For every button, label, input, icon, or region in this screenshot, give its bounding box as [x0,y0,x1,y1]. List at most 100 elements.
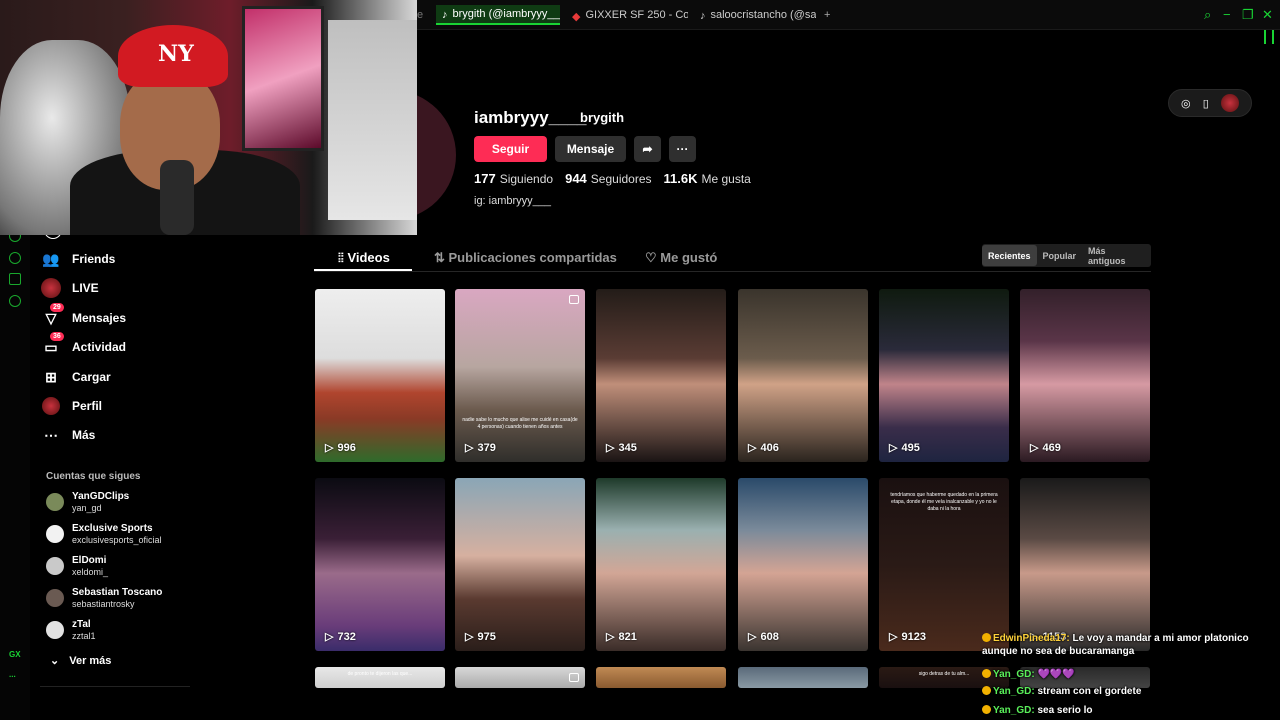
compass-icon[interactable]: ◎ [1181,97,1191,110]
view-count: 975 [477,630,496,643]
profile-username: iambryyy____ [474,108,587,127]
new-tab-label: + [824,9,831,21]
nav-item-label: Friends [72,252,116,266]
following-stat[interactable]: 177 Siguiendo [474,171,553,186]
browser-tab-label: saloocristancho (@saloo [710,9,817,21]
avatar [46,525,64,543]
close-icon[interactable]: ✕ [1262,7,1273,23]
chat-message: Yan_GD: stream con el gordete [982,685,1141,698]
phone-icon[interactable]: ▯ [1203,97,1209,110]
new-tab-button[interactable]: + [818,5,836,25]
nav-item-friends[interactable]: 👥 Friends [40,247,115,271]
avatar [46,557,64,575]
play-icon: ▷ [889,442,898,454]
browser-tab-active[interactable]: ♪ brygith (@iambryyy____) [436,5,560,25]
tiktok-icon: ♪ [442,9,448,21]
messages-icon: ▽ 29 [40,303,64,329]
nav-item-profile[interactable]: Perfil [40,394,102,418]
multi-image-icon [569,673,579,682]
view-count: 379 [477,441,496,454]
browser-tab-partial[interactable]: e [417,5,423,25]
following-label: Siguiendo [499,172,554,186]
share-button[interactable]: ➦ [634,136,661,162]
video-card[interactable]: ▷ 469 [1020,289,1150,462]
followers-stat[interactable]: 944 Seguidores [565,171,651,186]
following-item[interactable]: ElDomi xeldomi_ [46,552,108,580]
video-views: ▷ 821 [606,630,637,644]
repost-icon: ⇅ [434,250,449,265]
liked-icon: ♡ [645,250,661,265]
sort-oldest-button[interactable]: Más antiguos [1082,245,1151,266]
video-card[interactable]: ▷ 608 [738,478,868,651]
nav-item-label: LIVE [72,281,99,295]
video-views: ▷ 345 [606,441,637,455]
monitor [328,20,417,220]
chat-message: EdwinPineda17: Le voy a mandar a mi amor… [982,632,1249,658]
message-button[interactable]: Mensaje [555,136,626,162]
see-more-label: Ver más [69,654,112,667]
view-count: 608 [760,630,779,643]
chat-badge-icon [982,686,991,695]
video-card[interactable]: ▷ 406 [738,289,868,462]
video-card[interactable] [738,667,868,688]
nav-item-activity[interactable]: ▭ 36 Actividad [40,332,126,359]
video-card[interactable]: ▷ 495 [879,289,1009,462]
video-card[interactable] [596,667,726,688]
avatar [46,493,64,511]
video-card[interactable]: ▷ 732 [315,478,445,651]
play-icon: ▷ [325,631,334,643]
video-card[interactable]: ▷ 996 [315,289,445,462]
sort-popular-button[interactable]: Popular [1037,245,1083,266]
following-item[interactable]: Exclusive Sports exclusivesports_oficial [46,520,162,548]
more-icon: ⋯ [44,426,58,443]
play-icon: ▷ [606,442,615,454]
user-avatar[interactable] [1220,94,1239,112]
following-item[interactable]: Sebastian Toscano sebastiantrosky [46,584,162,612]
nav-item-upload[interactable]: ⊞ Cargar [40,365,111,389]
chat-text: 💜💜💜 [1037,669,1075,680]
clock-icon[interactable] [9,252,21,264]
sort-recent-button[interactable]: Recientes [982,245,1037,266]
video-card[interactable]: tendríamos que haberme quedado en la pri… [879,478,1009,651]
tab-reposts[interactable]: ⇅ Publicaciones compartidas [434,250,617,266]
video-card[interactable]: ▷ 1153 [1020,478,1150,651]
chat-text: aunque no sea de bucaramanga [982,646,1135,657]
video-card[interactable]: ▷ 821 [596,478,726,651]
follow-button[interactable]: Seguir [474,136,547,162]
tab-videos-label: Videos [347,250,390,265]
nav-item-live[interactable]: LIVE [40,276,99,300]
minimize-icon[interactable]: − [1223,7,1231,22]
multi-image-icon [569,295,579,304]
extensions-icon[interactable] [9,273,21,285]
chat-message: Yan_GD: 💜💜💜 [982,668,1075,681]
video-card[interactable]: nadie sabe lo mucho que alise me cuidé e… [455,289,585,462]
video-card[interactable]: ▷ 975 [455,478,585,651]
webcam-overlay: NY [0,0,417,235]
tab-liked[interactable]: ♡ Me gustó [645,250,717,266]
chat-message: Yan_GD: sea serio lo [982,704,1093,717]
browser-tab[interactable]: ◆ GIXXER SF 250 - Conces [566,5,688,25]
nav-item-more[interactable]: ⋯ Más [40,423,95,447]
following-item[interactable]: YanGDClips yan_gd [46,488,129,516]
video-card[interactable]: de pronto te dijeron las que... [315,667,445,688]
settings-icon[interactable] [9,295,21,307]
gx-panel-toggle-icon[interactable] [1264,30,1274,44]
restore-icon[interactable]: ❐ [1242,7,1254,23]
top-right-controls: ◎ ▯ [1168,89,1252,117]
avatar [46,621,64,639]
play-icon: ▷ [748,442,757,454]
video-card[interactable]: ▷ 345 [596,289,726,462]
nav-item-messages[interactable]: ▽ 29 Mensajes [40,303,126,330]
gx-more-icon[interactable]: ... [9,670,16,679]
more-options-button[interactable]: ··· [669,136,696,162]
see-more-button[interactable]: ⌄ Ver más [50,654,112,668]
play-icon: ▷ [465,442,474,454]
tab-videos[interactable]: ⦙⦙ Videos [338,250,390,266]
browser-tab[interactable]: ♪ saloocristancho (@saloo [694,5,816,25]
view-count: 495 [901,441,920,454]
following-item[interactable]: zTal zztal1 [46,616,96,644]
search-icon[interactable]: ⌕ [1204,7,1211,23]
video-card[interactable] [455,667,585,688]
followers-count: 944 [565,171,587,186]
view-count: 732 [337,630,356,643]
